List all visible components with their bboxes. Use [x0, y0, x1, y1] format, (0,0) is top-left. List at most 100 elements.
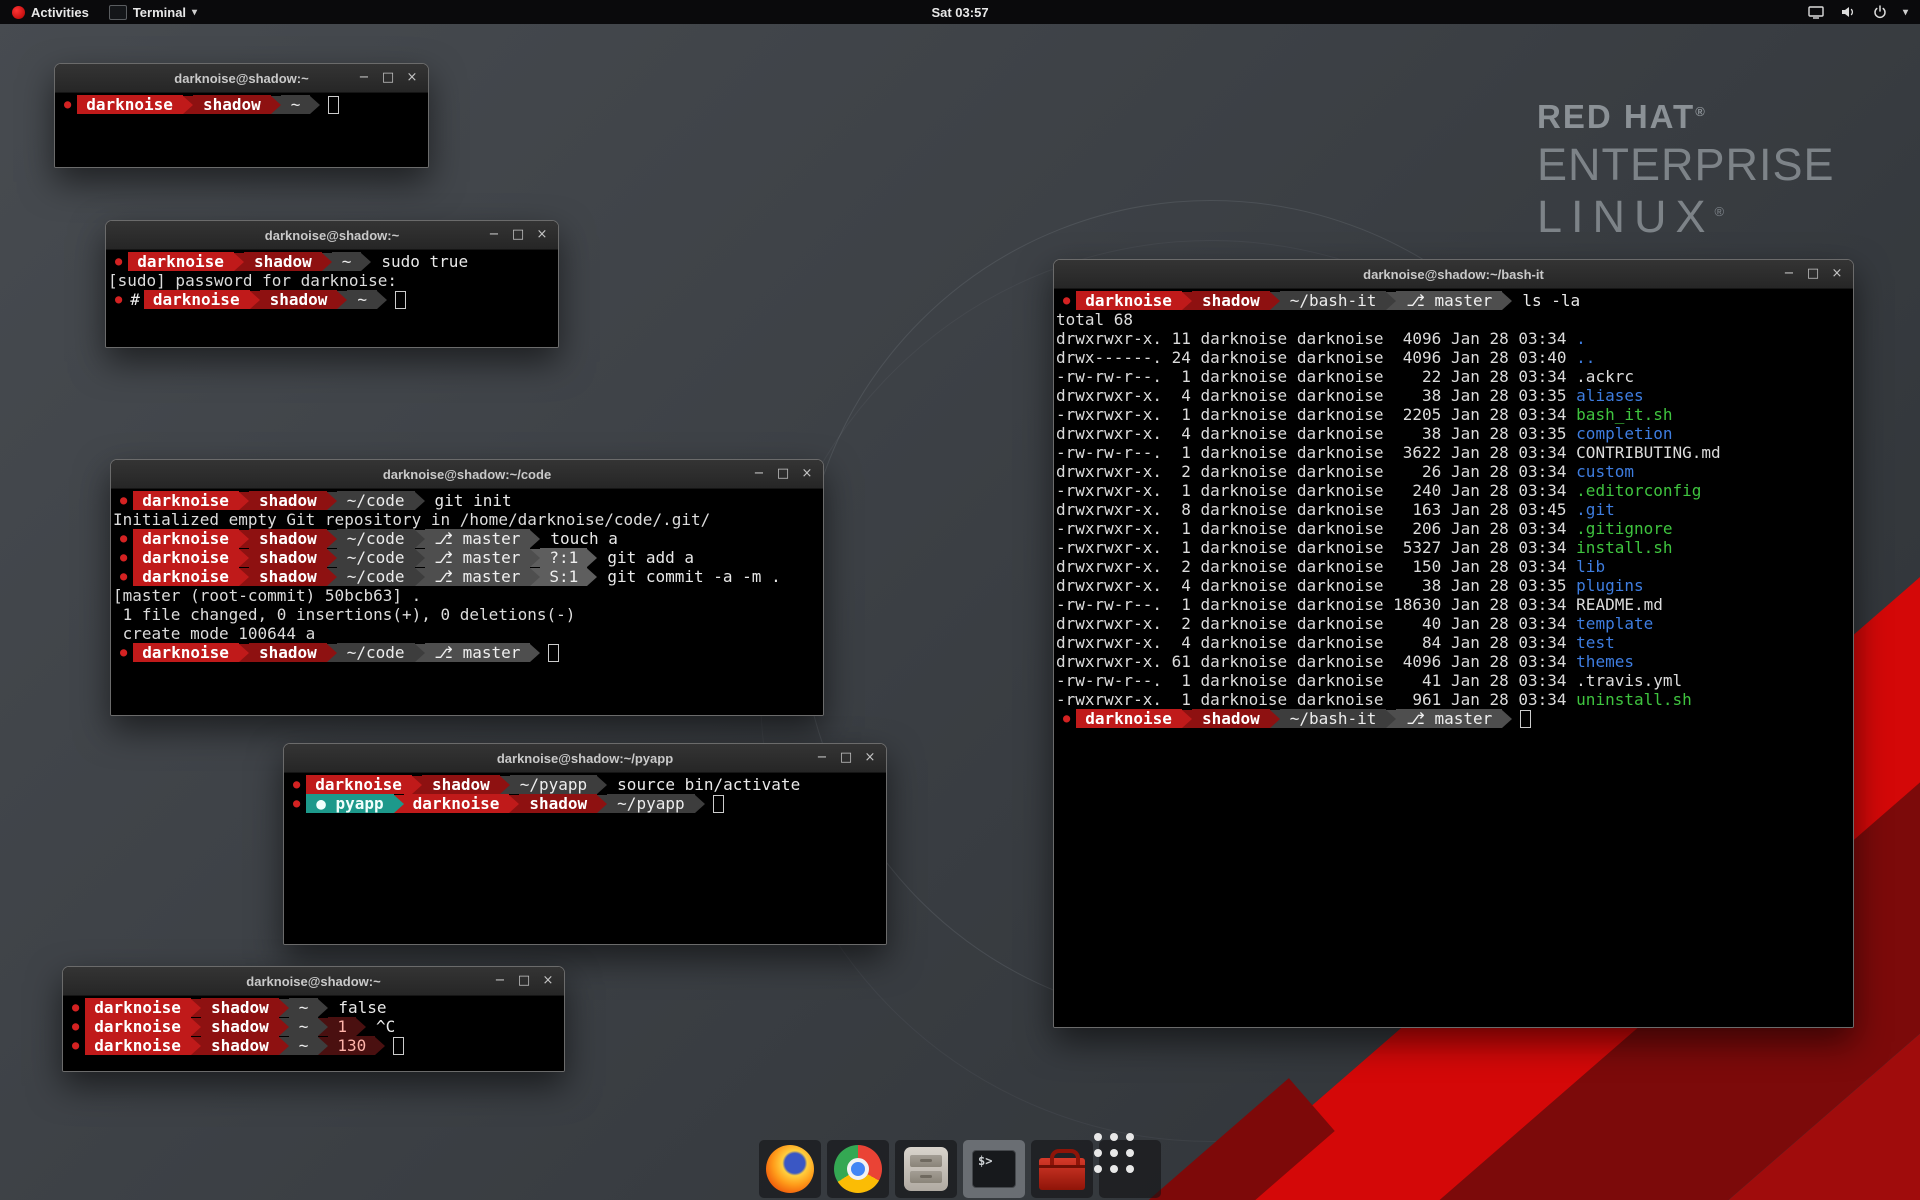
minimize-button[interactable]: − [483, 224, 505, 246]
output-text: README.md [1576, 595, 1663, 614]
dock-toolbox[interactable] [1031, 1140, 1093, 1198]
terminal-line: ●darknoiseshadow~sudo true [108, 252, 556, 271]
prompt-user-segment: darknoise [133, 491, 239, 510]
terminal-line: -rwxrwxr-x. 1 darknoise darknoise 5327 J… [1056, 538, 1851, 557]
close-button[interactable]: × [796, 463, 818, 485]
chevron-down-icon: ▾ [192, 7, 197, 18]
command-text: touch a [540, 529, 617, 548]
terminal-line: [master (root-commit) 50bcb63] . [113, 586, 821, 605]
clock[interactable]: Sat 03:57 [931, 5, 988, 20]
close-button[interactable]: × [401, 67, 423, 89]
app-menu-terminal[interactable]: Terminal ▾ [109, 0, 197, 24]
prompt-user-segment: darknoise [133, 567, 239, 586]
window-titlebar[interactable]: darknoise@shadow:~ − □ × [55, 64, 428, 93]
prompt-path-segment: ~ [289, 1017, 319, 1036]
maximize-button[interactable]: □ [513, 970, 535, 992]
powerline-separator [377, 291, 387, 309]
dock-app-grid[interactable] [1099, 1140, 1161, 1198]
powerline-separator [1270, 292, 1280, 310]
powerline-separator [1502, 292, 1512, 310]
minimize-button[interactable]: − [1778, 263, 1800, 285]
window-titlebar[interactable]: darknoise@shadow:~ − □ × [106, 221, 558, 250]
terminal-line: drwxrwxr-x. 11 darknoise darknoise 4096 … [1056, 329, 1851, 348]
command-text: sudo true [371, 252, 468, 271]
terminal-line: drwxrwxr-x. 2 darknoise darknoise 26 Jan… [1056, 462, 1851, 481]
dock-chrome[interactable] [827, 1140, 889, 1198]
prompt-user-segment: darknoise [133, 529, 239, 548]
prompt-user-segment: darknoise [85, 1017, 191, 1036]
output-text: drwxrwxr-x. 11 darknoise darknoise 4096 … [1056, 329, 1576, 348]
window-titlebar[interactable]: darknoise@shadow:~ − □ × [63, 967, 564, 996]
minimize-button[interactable]: − [811, 747, 833, 769]
window-titlebar[interactable]: darknoise@shadow:~/bash-it − □ × [1054, 260, 1853, 289]
powerline-separator [279, 1037, 289, 1055]
maximize-button[interactable]: □ [772, 463, 794, 485]
powerline-separator [597, 795, 607, 813]
brand-red-hat: RED HAT® [1537, 98, 1835, 136]
output-text: .ackrc [1576, 367, 1634, 386]
dock-files[interactable] [895, 1140, 957, 1198]
powerline-separator [234, 253, 244, 271]
terminal-content[interactable]: ●darknoiseshadow~ [55, 93, 428, 167]
terminal-content[interactable]: ●darknoiseshadow~/pyappsource bin/activa… [284, 773, 886, 944]
powerline-separator [356, 1018, 366, 1036]
rhel-branding: RED HAT® ENTERPRISE LINUX® [1537, 98, 1835, 243]
chevron-down-icon: ▾ [1903, 7, 1908, 18]
minimize-button[interactable]: − [489, 970, 511, 992]
terminal-line: drwxrwxr-x. 4 darknoise darknoise 38 Jan… [1056, 386, 1851, 405]
minimize-button[interactable]: − [748, 463, 770, 485]
close-button[interactable]: × [531, 224, 553, 246]
maximize-button[interactable]: □ [835, 747, 857, 769]
dock-terminal[interactable]: $> [963, 1140, 1025, 1198]
prompt-path-segment: ~ [289, 1036, 319, 1055]
powerline-separator [500, 776, 510, 794]
top-bar: Activities Terminal ▾ Sat 03:57 ▾ [0, 0, 1920, 24]
prompt-user-segment: darknoise [1076, 291, 1182, 310]
command-text: git add a [597, 548, 694, 567]
powerline-separator [1502, 710, 1512, 728]
terminal-line: ●darknoiseshadow~/pyappsource bin/activa… [286, 775, 884, 794]
terminal-window-pyapp: darknoise@shadow:~/pyapp − □ × ●darknois… [283, 743, 887, 945]
prompt-git-branch-segment: ⎇ master [425, 548, 531, 567]
prompt-path-segment: ~/code [337, 567, 415, 586]
terminal-line: 1 file changed, 0 insertions(+), 0 delet… [113, 605, 821, 624]
prompt-path-segment: ~/bash-it [1280, 709, 1387, 728]
terminal-line: ●● pyappdarknoiseshadow~/pyapp [286, 794, 884, 813]
app-grid-icon [1110, 1149, 1150, 1189]
close-button[interactable]: × [1826, 263, 1848, 285]
maximize-button[interactable]: □ [507, 224, 529, 246]
powerline-separator [1182, 710, 1192, 728]
maximize-button[interactable]: □ [1802, 263, 1824, 285]
powerline-separator [279, 1018, 289, 1036]
command-text: ls -la [1512, 291, 1580, 310]
activities-button[interactable]: Activities [12, 0, 89, 24]
terminal-content[interactable]: ●darknoiseshadow~/codegit initInitialize… [111, 489, 823, 715]
terminal-content[interactable]: ●darknoiseshadow~sudo true[sudo] passwor… [106, 250, 558, 347]
prompt-user-segment: darknoise [128, 252, 234, 271]
powerline-separator [239, 549, 249, 567]
powerline-separator [1182, 292, 1192, 310]
maximize-button[interactable]: □ [377, 67, 399, 89]
terminal-content[interactable]: ●darknoiseshadow~false●darknoiseshadow~1… [63, 996, 564, 1071]
system-tray[interactable]: ▾ [1807, 4, 1920, 20]
window-titlebar[interactable]: darknoise@shadow:~/pyapp − □ × [284, 744, 886, 773]
terminal-line: ●darknoiseshadow~/code⎇ master?:1git add… [113, 548, 821, 567]
close-button[interactable]: × [859, 747, 881, 769]
terminal-line: drwx------. 24 darknoise darknoise 4096 … [1056, 348, 1851, 367]
terminal-line: ●darknoiseshadow~130 [65, 1036, 562, 1055]
clock-area: Sat 03:57 [0, 5, 1920, 20]
prompt-user-segment: darknoise [133, 548, 239, 567]
terminal-line: ●darknoiseshadow~1^C [65, 1017, 562, 1036]
close-button[interactable]: × [537, 970, 559, 992]
terminal-content[interactable]: ●darknoiseshadow~/bash-it⎇ masterls -lat… [1054, 289, 1853, 1027]
prompt-host-segment: shadow [244, 252, 322, 271]
terminal-line: drwxrwxr-x. 61 darknoise darknoise 4096 … [1056, 652, 1851, 671]
prompt-host-segment: shadow [249, 643, 327, 662]
minimize-button[interactable]: − [353, 67, 375, 89]
distro-icon: ● [286, 775, 306, 794]
prompt-host-segment: shadow [249, 529, 327, 548]
dock-firefox[interactable] [759, 1140, 821, 1198]
output-text: -rw-rw-r--. 1 darknoise darknoise 18630 … [1056, 595, 1576, 614]
terminal-window-home-2: darknoise@shadow:~ − □ × ●darknoiseshado… [62, 966, 565, 1072]
window-titlebar[interactable]: darknoise@shadow:~/code − □ × [111, 460, 823, 489]
